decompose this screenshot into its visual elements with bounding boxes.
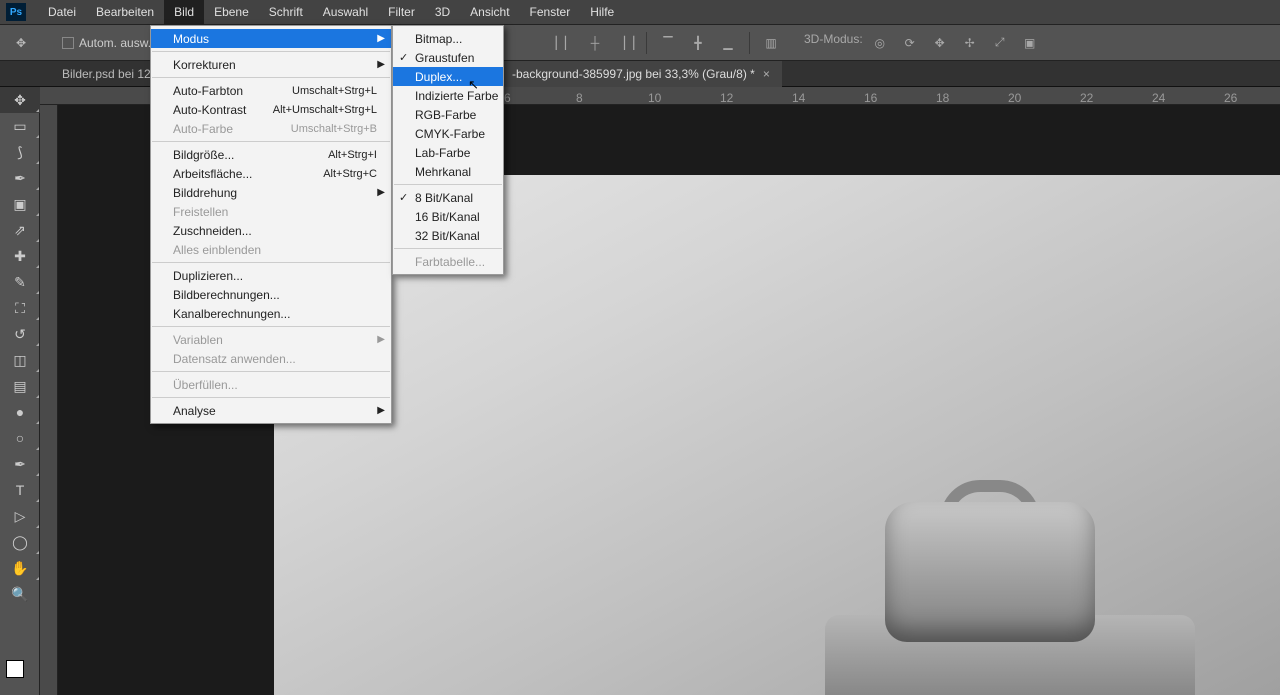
menuitem-duplex-[interactable]: Duplex... [393, 67, 503, 86]
crop-tool[interactable]: ▣ [0, 191, 40, 217]
close-icon[interactable]: × [763, 67, 770, 81]
auto-select-label: Autom. ausw.: [79, 36, 154, 50]
menuitem-cmyk-farbe[interactable]: CMYK-Farbe [393, 124, 503, 143]
camera-icon[interactable]: ▣ [1019, 32, 1041, 54]
auto-select-group: Autom. ausw.: [62, 36, 154, 50]
menuitem-indizierte-farbe[interactable]: Indizierte Farbe [393, 86, 503, 105]
menuitem-farbtabelle-: Farbtabelle... [393, 252, 503, 271]
brush-tool[interactable]: ✎ [0, 269, 40, 295]
hand-tool[interactable]: ✋ [0, 555, 40, 581]
foreground-background-colors[interactable] [6, 660, 34, 688]
menuitem-auto-farbton[interactable]: Auto-FarbtonUmschalt+Strg+L [151, 81, 391, 100]
align-bottom-icon[interactable]: ▁ [717, 32, 739, 54]
menuitem-kanalberechnungen-[interactable]: Kanalberechnungen... [151, 304, 391, 323]
align-left-icon[interactable]: ▏▏ [554, 32, 576, 54]
menuitem-mehrkanal[interactable]: Mehrkanal [393, 162, 503, 181]
tab-background[interactable]: -background-385997.jpg bei 33,3% (Grau/8… [500, 61, 782, 87]
heal-tool[interactable]: ✚ [0, 243, 40, 269]
move-tool-indicator-icon: ✥ [10, 32, 32, 54]
distribute-icon[interactable]: ▥ [760, 32, 782, 54]
history-brush-tool[interactable]: ↺ [0, 321, 40, 347]
menuitem-bitmap-[interactable]: Bitmap... [393, 29, 503, 48]
path-select-tool[interactable]: ▷ [0, 503, 40, 529]
eraser-tool[interactable]: ◫ [0, 347, 40, 373]
dodge-tool[interactable]: ○ [0, 425, 40, 451]
menu-ebene[interactable]: Ebene [204, 0, 259, 25]
ruler-vertical [40, 105, 58, 695]
auto-select-checkbox[interactable] [62, 37, 74, 49]
app-logo: Ps [6, 3, 26, 21]
zoom-tool[interactable]: 🔍 [0, 581, 40, 607]
menuitem-zuschneiden-[interactable]: Zuschneiden... [151, 221, 391, 240]
menuitem-auto-kontrast[interactable]: Auto-KontrastAlt+Umschalt+Strg+L [151, 100, 391, 119]
menuitem-16-bit-kanal[interactable]: 16 Bit/Kanal [393, 207, 503, 226]
pen-tool[interactable]: ✒ [0, 451, 40, 477]
menuitem-modus[interactable]: Modus▶ [151, 29, 391, 48]
menuitem-analyse[interactable]: Analyse▶ [151, 401, 391, 420]
align-top-icon[interactable]: ▔ [657, 32, 679, 54]
menu-bild[interactable]: Bild [164, 0, 204, 25]
menu-filter[interactable]: Filter [378, 0, 425, 25]
toolbar: ✥ ▭ ⟆ ✒ ▣ ⇗ ✚ ✎ ⛶ ↺ ◫ ▤ ● ○ ✒ T ▷ ◯ ✋ 🔍 [0, 87, 40, 695]
menuitem-korrekturen[interactable]: Korrekturen▶ [151, 55, 391, 74]
orbit-icon[interactable]: ◎ [869, 32, 891, 54]
lasso-tool[interactable]: ⟆ [0, 139, 40, 165]
menu-datei[interactable]: Datei [38, 0, 86, 25]
menuitem-auto-farbe: Auto-FarbeUmschalt+Strg+B [151, 119, 391, 138]
menuitem-bildberechnungen-[interactable]: Bildberechnungen... [151, 285, 391, 304]
mode3d-label: 3D-Modus: [804, 32, 863, 54]
menuitem-variablen: Variablen▶ [151, 330, 391, 349]
menuitem-bilddrehung[interactable]: Bilddrehung▶ [151, 183, 391, 202]
eyedropper-tool[interactable]: ⇗ [0, 217, 40, 243]
scale-icon[interactable]: ⤢ [989, 32, 1011, 54]
menu-hilfe[interactable]: Hilfe [580, 0, 624, 25]
menu-ansicht[interactable]: Ansicht [460, 0, 519, 25]
gradient-tool[interactable]: ▤ [0, 373, 40, 399]
slide-icon[interactable]: ✢ [959, 32, 981, 54]
menuitem-datensatz-anwenden-: Datensatz anwenden... [151, 349, 391, 368]
menu-schrift[interactable]: Schrift [259, 0, 313, 25]
menuitem-arbeitsfl-che-[interactable]: Arbeitsfläche...Alt+Strg+C [151, 164, 391, 183]
blur-tool[interactable]: ● [0, 399, 40, 425]
align-center-v-icon[interactable]: ╋ [687, 32, 709, 54]
menubar: Ps Datei Bearbeiten Bild Ebene Schrift A… [0, 0, 1280, 25]
menuitem--berf-llen-: Überfüllen... [151, 375, 391, 394]
type-tool[interactable]: T [0, 477, 40, 503]
menuitem-lab-farbe[interactable]: Lab-Farbe [393, 143, 503, 162]
menuitem-alles-einblenden: Alles einblenden [151, 240, 391, 259]
quick-select-tool[interactable]: ✒ [0, 165, 40, 191]
stamp-tool[interactable]: ⛶ [0, 295, 40, 321]
menu-fenster[interactable]: Fenster [520, 0, 581, 25]
menuitem-8-bit-kanal[interactable]: 8 Bit/Kanal✓ [393, 188, 503, 207]
menuitem-freistellen: Freistellen [151, 202, 391, 221]
pan-icon[interactable]: ✥ [929, 32, 951, 54]
move-tool[interactable]: ✥ [0, 87, 40, 113]
align-right-icon[interactable]: ▕▕ [614, 32, 636, 54]
menu-3d[interactable]: 3D [425, 0, 460, 25]
dropdown-modus: Bitmap...Graustufen✓Duplex...Indizierte … [392, 25, 504, 275]
menu-auswahl[interactable]: Auswahl [313, 0, 378, 25]
align-center-h-icon[interactable]: ┼ [584, 32, 606, 54]
menuitem-bildgr-e-[interactable]: Bildgröße...Alt+Strg+I [151, 145, 391, 164]
shape-tool[interactable]: ◯ [0, 529, 40, 555]
menuitem-32-bit-kanal[interactable]: 32 Bit/Kanal [393, 226, 503, 245]
menuitem-graustufen[interactable]: Graustufen✓ [393, 48, 503, 67]
roll-icon[interactable]: ⟳ [899, 32, 921, 54]
menuitem-duplizieren-[interactable]: Duplizieren... [151, 266, 391, 285]
dropdown-bild: Modus▶ Korrekturen▶ Auto-FarbtonUmschalt+S… [150, 25, 392, 424]
marquee-tool[interactable]: ▭ [0, 113, 40, 139]
menu-bearbeiten[interactable]: Bearbeiten [86, 0, 164, 25]
menuitem-rgb-farbe[interactable]: RGB-Farbe [393, 105, 503, 124]
